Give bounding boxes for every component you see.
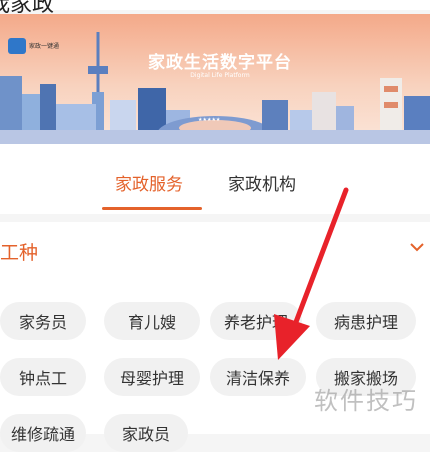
tab-housekeeping-agency[interactable]: 家政机构 [228, 170, 296, 195]
logo-text: 家政一键通 [29, 43, 60, 50]
banner-title: 家政生活数字平台 [148, 53, 292, 73]
tab-housekeeping-service[interactable]: 家政服务 [115, 170, 183, 195]
section-title: 工种 [0, 242, 39, 264]
building-sign-text: ★★★★★ [198, 117, 221, 123]
city-skyline-illustration [0, 32, 430, 144]
chip-cleaning[interactable]: 清洁保养 [210, 358, 306, 396]
page-title: 我家政 [0, 0, 430, 17]
house-logo-icon [8, 38, 26, 54]
watermark: 软件技巧 [314, 387, 418, 415]
chip-maternity-care[interactable]: 母婴护理 [104, 358, 200, 396]
chip-patient-care[interactable]: 病患护理 [316, 302, 416, 340]
chip-hourly-worker[interactable]: 钟点工 [0, 358, 86, 396]
chip-elderly-care[interactable]: 养老护理 [210, 302, 302, 340]
chevron-down-icon[interactable] [410, 242, 424, 252]
tab-bar: 家政服务 家政机构 [0, 144, 430, 214]
chip-nanny[interactable]: 育儿嫂 [104, 302, 200, 340]
banner-subtitle: Digital Life Platform [190, 72, 250, 79]
chip-housekeeper[interactable]: 家政员 [104, 414, 188, 452]
chip-repair-unclog[interactable]: 维修疏通 [0, 414, 86, 452]
active-tab-indicator [102, 207, 202, 210]
chip-domestic-worker[interactable]: 家务员 [0, 302, 86, 340]
ground-strip [0, 130, 430, 144]
banner[interactable]: 家政一键通 家政生活数字平台 Digital Life Platform ★★★… [0, 14, 430, 144]
